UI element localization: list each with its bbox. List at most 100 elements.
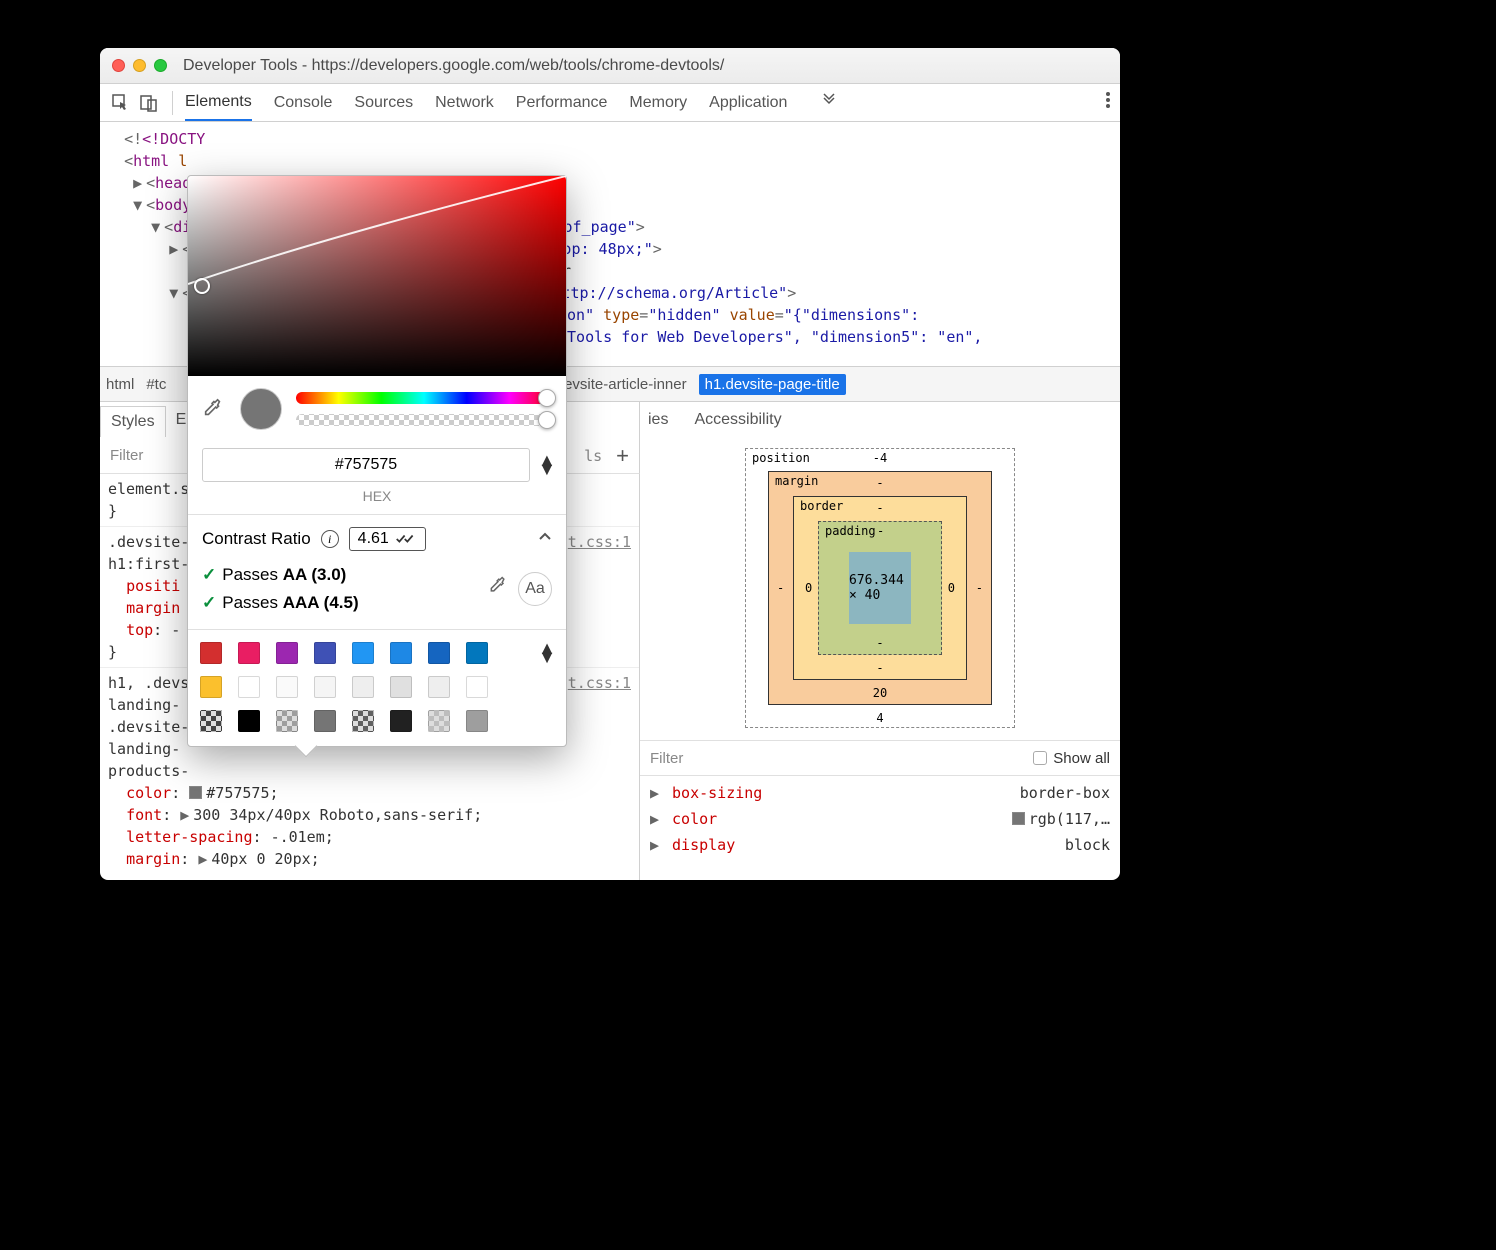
color-preview-circle xyxy=(240,388,282,430)
selector: element.s xyxy=(108,480,189,498)
palette-swatches: ▲▼ xyxy=(188,629,566,746)
device-toolbar-icon[interactable] xyxy=(138,92,160,114)
palette-swatch[interactable] xyxy=(352,710,374,732)
palette-swatch[interactable] xyxy=(428,642,450,664)
alpha-slider[interactable] xyxy=(296,414,552,426)
palette-swatch[interactable] xyxy=(276,642,298,664)
tab-properties[interactable]: ies xyxy=(648,411,668,429)
palette-swatch[interactable] xyxy=(276,676,298,698)
palette-swatch[interactable] xyxy=(390,642,412,664)
zoom-window-button[interactable] xyxy=(154,59,167,72)
source-link[interactable]: t.css:1 xyxy=(568,531,631,553)
check-icon: ✓ xyxy=(202,593,216,612)
computed-row[interactable]: ▶ displayblock xyxy=(650,832,1110,858)
tab-memory[interactable]: Memory xyxy=(629,84,687,121)
source-link[interactable]: t.css:1 xyxy=(568,672,631,694)
palette-swatch[interactable] xyxy=(352,676,374,698)
tab-console[interactable]: Console xyxy=(274,84,333,121)
tab-accessibility[interactable]: Accessibility xyxy=(694,411,781,429)
css-prop[interactable]: margin xyxy=(126,599,180,617)
hue-slider[interactable] xyxy=(296,392,552,404)
selector: h1:first- xyxy=(108,555,189,573)
tab-network[interactable]: Network xyxy=(435,84,494,121)
contrast-curve-line xyxy=(188,176,566,376)
tab-sources[interactable]: Sources xyxy=(354,84,413,121)
tab-performance[interactable]: Performance xyxy=(516,84,608,121)
checkbox-icon[interactable] xyxy=(1033,751,1047,765)
computed-filter-input[interactable]: Filter xyxy=(650,750,683,767)
collapse-icon[interactable] xyxy=(538,529,552,549)
styles-filter-input[interactable]: Filter xyxy=(110,447,143,464)
palette-switcher-icon[interactable]: ▲▼ xyxy=(538,644,556,662)
passes-aa-row: ✓Passes AA (3.0) xyxy=(202,561,359,589)
picker-cursor[interactable] xyxy=(194,278,210,294)
palette-swatch[interactable] xyxy=(466,676,488,698)
slider-thumb[interactable] xyxy=(538,411,556,429)
bg-eyedropper-icon[interactable] xyxy=(488,575,508,604)
color-saturation-field[interactable] xyxy=(188,176,566,376)
kebab-menu-icon[interactable] xyxy=(1106,92,1110,113)
css-value[interactable]: #757575 xyxy=(206,784,269,802)
palette-swatch[interactable] xyxy=(314,642,336,664)
css-prop[interactable]: letter-spacing xyxy=(126,828,252,846)
text-preview-button[interactable]: Aa xyxy=(518,572,552,606)
palette-swatch[interactable] xyxy=(238,710,260,732)
palette-swatch[interactable] xyxy=(466,642,488,664)
palette-swatch[interactable] xyxy=(314,710,336,732)
palette-swatch[interactable] xyxy=(466,710,488,732)
titlebar: Developer Tools - https://developers.goo… xyxy=(100,48,1120,84)
slider-thumb[interactable] xyxy=(538,389,556,407)
selector: .devsite- xyxy=(108,533,189,551)
palette-swatch[interactable] xyxy=(238,642,260,664)
css-prop[interactable]: color xyxy=(126,784,171,802)
box-model-diagram[interactable]: position -4 4 margin - 20 - - border - - xyxy=(745,448,1015,728)
tab-elements[interactable]: Elements xyxy=(185,84,252,121)
close-window-button[interactable] xyxy=(112,59,125,72)
format-toggle-icon[interactable]: ▲▼ xyxy=(538,456,552,474)
tab-application[interactable]: Application xyxy=(709,84,787,121)
bc-item[interactable]: #tc xyxy=(146,376,166,393)
hex-label: HEX xyxy=(188,484,566,514)
palette-swatch[interactable] xyxy=(390,710,412,732)
css-value[interactable]: -.01em xyxy=(271,828,325,846)
new-rule-button[interactable]: + xyxy=(616,443,629,469)
inspect-element-icon[interactable] xyxy=(110,92,132,114)
palette-swatch[interactable] xyxy=(200,676,222,698)
check-icon: ✓ xyxy=(202,565,216,584)
passes-aaa-row: ✓Passes AAA (4.5) xyxy=(202,589,359,617)
bc-html[interactable]: html xyxy=(106,376,134,393)
palette-swatch[interactable] xyxy=(238,676,260,698)
contrast-section: Contrast Ratio i 4.61 ✓P xyxy=(188,514,566,629)
color-swatch[interactable] xyxy=(189,786,202,799)
styles-sidebar-tabs-right: ies Accessibility xyxy=(640,402,782,438)
info-icon[interactable]: i xyxy=(321,530,339,548)
palette-swatch[interactable] xyxy=(200,710,222,732)
palette-swatch[interactable] xyxy=(276,710,298,732)
palette-swatch[interactable] xyxy=(352,642,374,664)
css-prop[interactable]: font xyxy=(126,806,162,824)
separator xyxy=(172,91,173,115)
minimize-window-button[interactable] xyxy=(133,59,146,72)
css-prop[interactable]: margin xyxy=(126,850,180,868)
css-prop[interactable]: positi xyxy=(126,577,180,595)
hover-label[interactable]: ls xyxy=(584,447,602,465)
hex-input[interactable] xyxy=(202,448,530,482)
panel-tabs: Elements Console Sources Network Perform… xyxy=(185,84,837,121)
double-check-icon xyxy=(395,532,417,546)
palette-swatch[interactable] xyxy=(200,642,222,664)
show-all-toggle[interactable]: Show all xyxy=(1033,750,1110,767)
palette-swatch[interactable] xyxy=(428,710,450,732)
css-value[interactable]: 40px 0 20px xyxy=(211,850,310,868)
computed-row[interactable]: ▶ colorrgb(117,… xyxy=(650,806,1110,832)
color-picker-popover: ▲▼ HEX Contrast Ratio i 4.61 xyxy=(187,175,567,747)
bc-item-active[interactable]: h1.devsite-page-title xyxy=(699,374,846,395)
palette-swatch[interactable] xyxy=(390,676,412,698)
computed-row[interactable]: ▶ box-sizingborder-box xyxy=(650,780,1110,806)
css-prop[interactable]: top xyxy=(126,621,153,639)
tab-styles[interactable]: Styles xyxy=(100,406,166,437)
eyedropper-icon[interactable] xyxy=(202,397,226,421)
tabs-overflow-icon[interactable] xyxy=(821,92,837,113)
palette-swatch[interactable] xyxy=(428,676,450,698)
palette-swatch[interactable] xyxy=(314,676,336,698)
css-value[interactable]: 300 34px/40px Roboto,sans-serif xyxy=(193,806,473,824)
